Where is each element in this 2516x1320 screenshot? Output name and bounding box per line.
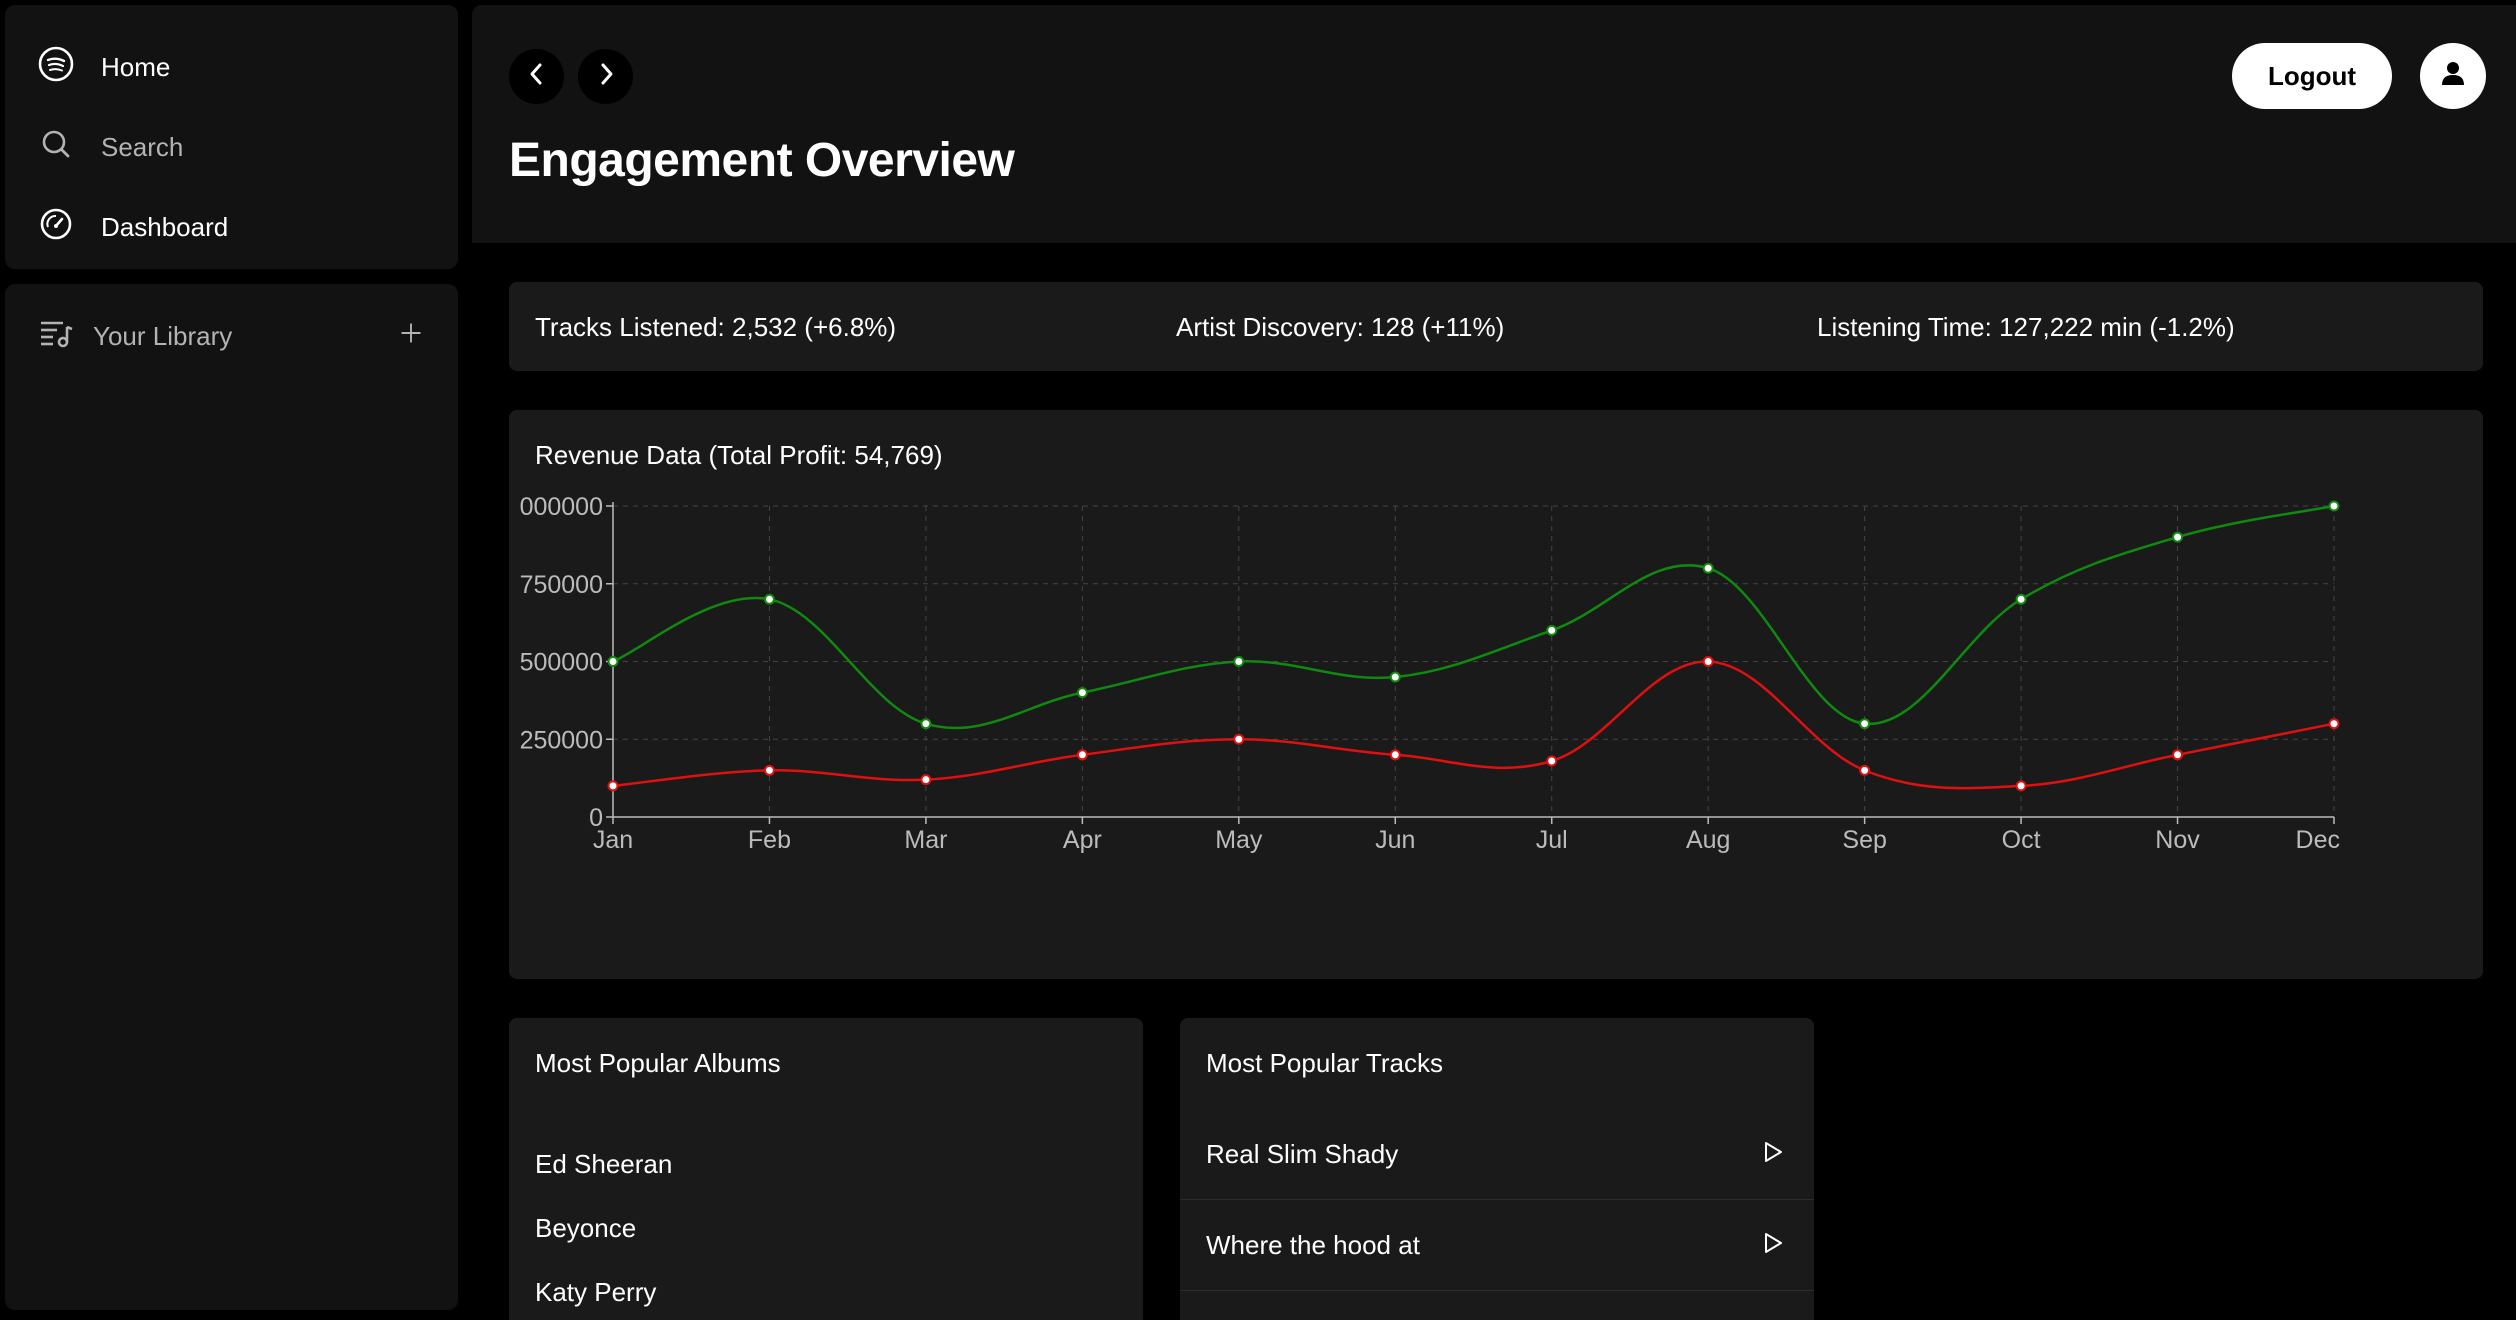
revenue-chart-card: Revenue Data (Total Profit: 54,769) 0 250… [509,410,2483,979]
data-point [763,593,775,605]
revenue-chart: 0250000500000750000000000Jan Feb Mar Apr May… [520,493,2340,854]
data-point [1076,749,1088,761]
data-point [2328,500,2340,512]
track-row[interactable]: Real Slim Shady [1180,1109,1814,1200]
y-tick-label: 500000 [520,649,603,677]
nav-item-search[interactable]: Search [37,107,426,187]
avatar[interactable] [2420,43,2486,109]
sidebar-nav: Home Search Dashboard [5,5,458,269]
data-point [1389,749,1401,761]
x-tick-label: Jun [1375,826,1415,854]
album-item[interactable]: Katy Perry [535,1277,656,1308]
stat-tracks-listened: Tracks Listened: 2,532 (+6.8%) [535,312,897,342]
data-point [607,780,619,792]
data-point [607,656,619,667]
data-point [1546,624,1558,636]
nav-item-dashboard[interactable]: Dashboard [37,187,426,267]
data-point [1076,687,1088,699]
stat-listening-time: Listening Time: 127,222 min (-1.2%) [1817,312,2235,342]
series-line-1 [612,660,2335,790]
data-point [1233,656,1245,667]
chevron-right-icon [592,60,620,93]
data-point [2172,749,2184,761]
stats-bar: Tracks Listened: 2,532 (+6.8%) Artist Di… [509,282,2483,371]
library-icon [37,314,75,359]
album-item[interactable]: Beyonce [535,1213,636,1244]
page-title: Engagement Overview [509,134,1015,187]
library-label: Your Library [93,320,233,351]
albums-title: Most Popular Albums [535,1048,781,1078]
x-tick-label: Feb [748,826,791,854]
popular-albums-card: Most Popular Albums Ed Sheeran Beyonce K… [509,1018,1143,1320]
library-header: Your Library [37,308,426,364]
tracks-title: Most Popular Tracks [1206,1048,1443,1078]
stat-artist-discovery: Artist Discovery: 128 (+11%) [1176,312,1505,342]
y-tick-label: 000000 [520,493,603,521]
x-tick-label: Jan [593,826,633,854]
x-tick-label: Sep [1842,826,1886,854]
track-name: Real Slim Shady [1206,1139,1399,1169]
data-point [1859,764,1871,776]
x-tick-label: Oct [2002,826,2041,854]
data-point [2172,531,2184,543]
data-point [1233,733,1245,745]
main-header: Engagement Overview Logout [472,5,2516,243]
nav-search-label: Search [101,131,184,162]
back-button[interactable] [509,49,564,104]
album-item[interactable]: Ed Sheeran [535,1149,672,1180]
nav-dashboard-label: Dashboard [101,211,229,242]
x-tick-label: Aug [1686,826,1730,854]
data-point [1859,718,1871,730]
gauge-icon [37,205,75,250]
forward-button[interactable] [578,49,633,104]
app: Home Search Dashboard Your Library Engag… [0,0,2516,1320]
data-point [1546,755,1558,767]
data-point [1702,656,1714,667]
nav-item-home[interactable]: Home [37,27,426,107]
popular-tracks-card: Most Popular Tracks Real Slim Shady Wher… [1180,1018,1814,1320]
library-button[interactable]: Your Library [37,314,232,359]
plus-icon[interactable] [396,318,426,355]
series-line-0 [612,504,2335,730]
x-tick-label: Dec [2296,826,2340,854]
data-point [2328,718,2340,730]
data-point [1389,671,1401,683]
data-point [763,764,775,776]
play-icon[interactable] [1760,1230,1786,1256]
x-tick-label: Mar [904,826,947,854]
library-panel: Your Library [5,284,458,1310]
logout-button[interactable]: Logout [2232,43,2392,109]
track-name: Where the hood at [1206,1230,1420,1260]
data-point [2015,593,2027,605]
data-point [2015,780,2027,792]
x-tick-label: Nov [2155,826,2200,854]
chevron-left-icon [523,60,551,93]
y-tick-label: 750000 [520,571,603,599]
track-row[interactable]: Where the hood at [1180,1200,1814,1291]
data-point [920,774,932,786]
spotify-logo-icon [37,45,75,90]
nav-home-label: Home [101,51,171,82]
play-icon[interactable] [1760,1139,1786,1165]
x-tick-label: Jul [1536,826,1568,854]
search-icon [37,125,75,170]
user-icon [2436,57,2470,96]
data-point [920,718,932,730]
x-tick-label: Apr [1063,826,1102,854]
x-tick-label: May [1215,826,1263,854]
y-tick-label: 250000 [520,726,603,754]
data-point [1702,562,1714,574]
